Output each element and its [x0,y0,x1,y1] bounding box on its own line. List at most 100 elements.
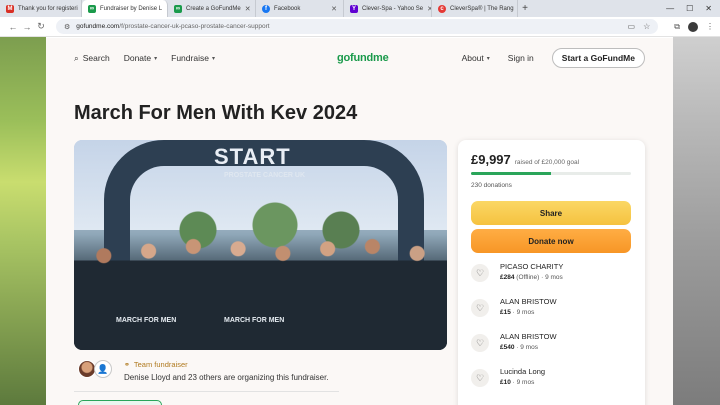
goal-text: raised of £20,000 goal [514,159,580,166]
forward-icon[interactable]: → [20,22,34,32]
chevron-down-icon: ▾ [486,55,490,62]
tab-cleverspa[interactable]: c CleverSpa® | The Rang ✕ [432,0,518,17]
person-icon[interactable]: 👤 [94,360,112,378]
raised-summary: £9,997 raised of £20,000 goal [471,152,579,167]
start-sign-text: START [214,144,291,169]
tab-facebook[interactable]: f Facebook ✕ [256,0,344,17]
share-button[interactable]: Share [471,201,631,225]
about-menu[interactable]: About ▾ [462,53,490,63]
donation-hand-icon: ♡ [471,369,489,387]
background-photo-right [673,0,720,405]
campaign-photo[interactable]: START PROSTATE CANCER UK MARCH FOR MEN M… [74,140,447,350]
url-host: gofundme.com [76,23,120,30]
chevron-down-icon: ▾ [211,55,215,62]
minimize-icon[interactable]: — [666,4,674,13]
start-gofundme-button[interactable]: Start a GoFundMe [551,48,645,68]
close-tab-icon[interactable]: ✕ [327,5,337,13]
donate-menu[interactable]: Donate ▾ [124,53,157,63]
donor-meta: £15 · 9 mos [500,309,535,316]
organizer-section: 👤 ⚭ Team fundraiser Denise Lloyd and 23 … [74,356,447,386]
tab-title: Thank you for registeri [18,5,78,12]
site-info-icon[interactable]: ⚙ [64,23,70,31]
back-icon[interactable]: ← [6,22,20,32]
progress-fill [471,172,551,175]
team-label: Team fundraiser [133,360,188,369]
search-link[interactable]: ⌕ Search [74,53,110,64]
donor-amount: £540 [500,344,515,351]
gofundme-logo[interactable]: gofundme [337,52,389,64]
gofundme-page: ⌕ Search Donate ▾ Fundraise ▾ About ▾ Si… [46,38,673,405]
donor-meta: £284 (Offline) · 9 mos [500,274,563,281]
donor-name: ALAN BRISTOW [500,297,557,306]
facebook-icon: f [262,4,270,13]
donor-item: ♡ ALAN BRISTOW £540 · 9 mos [471,331,636,359]
url-field[interactable]: ⚙ gofundme.com/f/prostate-cancer-uk-pcas… [56,19,659,34]
donation-card: £9,997 raised of £20,000 goal 230 donati… [458,140,645,405]
donor-meta: £540 · 9 mos [500,344,538,351]
tab-gmail[interactable]: M Thank you for registeri [0,0,82,17]
divider [74,391,339,392]
close-tab-icon[interactable]: ✕ [241,5,251,13]
donor-name: Lucinda Long [500,367,546,376]
donor-item: ♡ Lucinda Long £10 · 9 mos [471,366,636,394]
search-icon: ⌕ [74,52,79,63]
close-tab-icon[interactable]: ✕ [423,5,431,13]
donate-label: Donate [123,53,152,63]
tab-title: CleverSpa® | The Rang [450,5,514,12]
yahoo-icon: Y [350,4,358,13]
photo-crowd [74,235,447,350]
save-page-icon[interactable]: ▭ [628,22,636,31]
tab-title: Clever-Spa - Yahoo Se [362,5,424,12]
donor-time: 9 mos [520,344,538,351]
fundraise-menu[interactable]: Fundraise ▾ [171,53,215,63]
donor-amount: £284 [500,274,515,281]
maximize-icon[interactable]: ☐ [686,4,693,13]
gofundme-icon: ∞ [88,4,96,13]
donor-amount: £15 [500,309,511,316]
url-path: /f/prostate-cancer-uk-pcaso-prostate-can… [119,23,270,30]
background-photo-left [0,0,46,405]
team-icon: ⚭ [124,361,130,369]
fundraise-label: Fundraise [171,53,209,63]
close-window-icon[interactable]: ✕ [705,4,712,13]
organizer-text: Denise Lloyd and 23 others are organizin… [124,373,329,382]
browser-tab-bar: M Thank you for registeri ∞ Fundraiser b… [0,0,720,17]
cleverspa-icon: c [438,4,446,13]
about-label: About [461,53,484,63]
donation-hand-icon: ♡ [471,334,489,352]
donation-count: 230 donations [471,182,512,189]
tab-title: Create a GoFundMe [186,5,241,12]
status-pill [78,400,162,405]
menu-dots-icon[interactable]: ⋮ [706,22,714,31]
shirt-text: MARCH FOR MEN [224,317,285,324]
bookmark-star-icon[interactable]: ☆ [643,22,650,31]
new-tab-icon[interactable]: + [518,3,532,14]
campaign-title: March For Men With Kev 2024 [74,102,358,124]
team-fundraiser-badge: ⚭ Team fundraiser [124,360,188,369]
address-bar: ← → ↻ ⚙ gofundme.com/f/prostate-cancer-u… [0,17,720,37]
donor-meta: £10 · 9 mos [500,379,535,386]
tab-create-gofundme[interactable]: ∞ Create a GoFundMe ✕ [168,0,256,17]
donor-time: 9 mos [516,309,535,316]
close-tab-icon[interactable]: ✕ [514,5,517,13]
gmail-icon: M [6,4,14,13]
donor-item: ♡ ALAN BRISTOW £15 · 9 mos [471,296,636,324]
sign-in-link[interactable]: Sign in [508,53,534,63]
donor-time: 9 mos [516,379,535,386]
donation-hand-icon: ♡ [471,264,489,282]
tab-title: Fundraiser by Denise L [100,5,163,12]
chevron-down-icon: ▾ [154,55,158,62]
donate-now-button[interactable]: Donate now [471,229,631,253]
search-label: Search [82,53,110,63]
donor-name: PICASO CHARITY [500,262,564,271]
tab-title: Facebook [274,5,301,12]
profile-avatar[interactable] [688,21,698,32]
donor-note: (Offline) [516,274,540,281]
tab-fundraiser[interactable]: ∞ Fundraiser by Denise L ✕ [82,0,168,17]
donation-hand-icon: ♡ [471,299,489,317]
reload-icon[interactable]: ↻ [34,21,48,32]
extensions-icon[interactable]: ⧉ [674,22,680,32]
raised-amount: £9,997 [471,152,511,167]
tab-yahoo[interactable]: Y Clever-Spa - Yahoo Se ✕ [344,0,432,17]
donor-time: 9 mos [545,274,563,281]
